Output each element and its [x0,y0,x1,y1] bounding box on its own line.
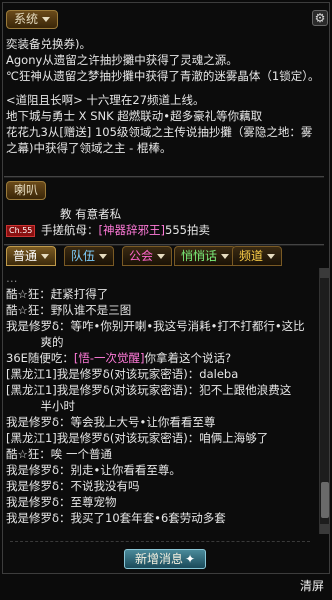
chat-message-line: 爽的 [6,334,310,350]
system-message-line: 花花九3从[赠送] 105级领域之主传说抽抄攤（雾隐之地：雾之幕)中获得了领域之… [6,125,313,155]
tab-1[interactable]: 队伍 [64,246,115,266]
chat-message-line: 酷☆狂：赶紧打得了 [6,286,310,302]
chevron-down-icon [267,254,276,259]
chat-text: 我是修罗δ：至尊宠物 [6,495,117,509]
item-link[interactable]: [神器辞邪王] [99,223,165,237]
chevron-down-icon [221,254,230,259]
chat-message-line: 我是修罗δ：等会我上大号•让你看看至尊 [6,414,310,430]
chat-text: 爽的 [6,335,64,349]
scroll-thumb[interactable] [321,482,329,518]
chat-text: 酷☆狂：赶紧打得了 [6,287,109,301]
tab-label: 公会 [129,249,154,263]
chat-message-line: [黑龙江1]我是修罗δ(对该玩家密语)：daleba [6,366,310,382]
chat-text: … [6,271,18,285]
chevron-down-icon [42,17,51,22]
speaker-panel: 教 有意者私 Ch.55 手搓航母：[神器辞邪王]555拍卖 [6,206,322,242]
chat-message-line: 我是修罗δ：不说我没有吗 [6,478,310,494]
system-message-line: 地下城与勇士 X SNK 超燃联动•超多豪礼等你藕取 [6,109,263,123]
chat-message-line: 我是修罗δ：我买了10套年套•6套劳动多套 [6,510,310,526]
gear-icon[interactable]: ⚙ [312,10,328,26]
tab-0[interactable]: 普通 [6,246,57,266]
speaker-line-text: 教 有意者私 [60,207,122,221]
tab-label: 频道 [239,249,264,263]
chat-message-line: [黑龙江1]我是修罗δ(对该玩家密语)：犯不上跟他浪费这 [6,382,310,398]
chat-tabs: 普通 队伍 公会 悄悄话 频道 [6,246,324,266]
chat-text: 我是修罗δ：我买了10套年套•6套劳动多套 [6,511,226,525]
chat-message-line: 酷☆狂：唉 一个普通 [6,446,310,462]
system-message-line: <道阻且长啊> 十六理在27频道上线。 [6,93,205,107]
chat-message-line: 我是修罗δ：别走•让你看看至尊。 [6,462,310,478]
chat-message-line: 我是修罗δ：等咋•你别开喇•我这号消耗•打不打都行•这比 [6,318,310,334]
speaker-suffix: 555拍卖 [165,223,210,237]
chat-text: 酷☆狂：野队谁不是三图 [6,303,132,317]
clear-screen-button[interactable]: 清屏 [300,577,324,594]
speaker-line: Ch.55 手搓航母：[神器辞邪王]555拍卖 [6,222,322,238]
chevron-down-icon [99,254,108,259]
chat-text: [黑龙江1]我是修罗δ(对该玩家密语)：咱俩上海够了 [6,431,269,445]
chat-message-line: 我是修罗δ：至尊宠物 [6,494,310,510]
chat-text: 我是修罗δ：等咋•你别开喇•我这号消耗•打不打都行•这比 [6,319,305,333]
tab-2[interactable]: 公会 [122,246,173,266]
chat-message-line: 36E随便吃：[悟-一次觉醒]你拿着这个说话? [6,350,310,366]
system-message-line: ℃狂神从遗留之梦抽抄攤中获得了青澈的迷雾晶体（1锁定）。 [6,69,320,83]
system-message-line: 奕装备兑换券)。 [6,37,91,51]
system-message-line: Agony从遗留之许抽抄攤中获得了灵魂之源。 [6,53,238,67]
tab-label: 队伍 [71,249,96,263]
chat-message-line: 酷☆狂：野队谁不是三图 [6,302,310,318]
system-channel-label: 系统 [14,12,39,26]
chat-text: 酷☆狂：唉 一个普通 [6,447,112,461]
chat-text: 半小时 [6,399,75,413]
chat-message-line: [黑龙江1]我是修罗δ(对该玩家密语)：咱俩上海够了 [6,430,310,446]
tab-label: 悄悄话 [181,249,218,263]
sparkle-icon: ✦ [184,552,196,566]
chat-text: [黑龙江1]我是修罗δ(对该玩家密语)：daleba [6,367,239,381]
speaker-sender[interactable]: 手搓航母 [41,223,87,237]
tab-3[interactable]: 悄悄话 [174,246,237,266]
system-message-panel: 奕装备兑换券)。 Agony从遗留之许抽抄攤中获得了灵魂之源。 ℃狂神从遗留之梦抽抄… [6,36,322,176]
speaker-line: 教 有意者私 [6,206,322,222]
divider [4,176,324,178]
speaker-label: 喇叭 [14,183,39,197]
new-message-label: 新增消息 [134,552,183,566]
chevron-down-icon [157,254,166,259]
chat-message-line: … [6,270,310,286]
scroll-up-arrow[interactable] [320,268,330,278]
chat-text: [悟-一次觉醒] [73,351,145,365]
divider [10,541,310,542]
chat-message-line: 半小时 [6,398,310,414]
chat-text: 我是修罗δ：别走•让你看看至尊。 [6,463,181,477]
colon: ： [87,223,99,237]
speaker-tab[interactable]: 喇叭 [6,181,47,200]
scroll-down-arrow[interactable] [320,524,330,534]
chat-text: 你拿着这个说话? [144,351,232,365]
scrollbar[interactable] [319,268,330,534]
tab-label: 普通 [13,249,38,263]
chat-text: 我是修罗δ：不说我没有吗 [6,479,140,493]
new-message-button[interactable]: 新增消息 ✦ [124,549,206,569]
chat-message-panel: … 酷☆狂：赶紧打得了酷☆狂：野队谁不是三图我是修罗δ：等咋•你别开喇•我这号消耗… [6,270,310,538]
chat-text: 我是修罗δ：等会我上大号•让你看看至尊 [6,415,216,429]
chevron-down-icon [41,254,50,259]
tab-4[interactable]: 频道 [232,246,283,266]
chat-text: 36E随便吃： [6,351,74,365]
system-channel-button[interactable]: 系统 [6,10,59,29]
chat-text: [黑龙江1]我是修罗δ(对该玩家密语)：犯不上跟他浪费这 [6,383,292,397]
channel-badge: Ch.55 [6,224,36,237]
system-message-line [6,84,322,92]
